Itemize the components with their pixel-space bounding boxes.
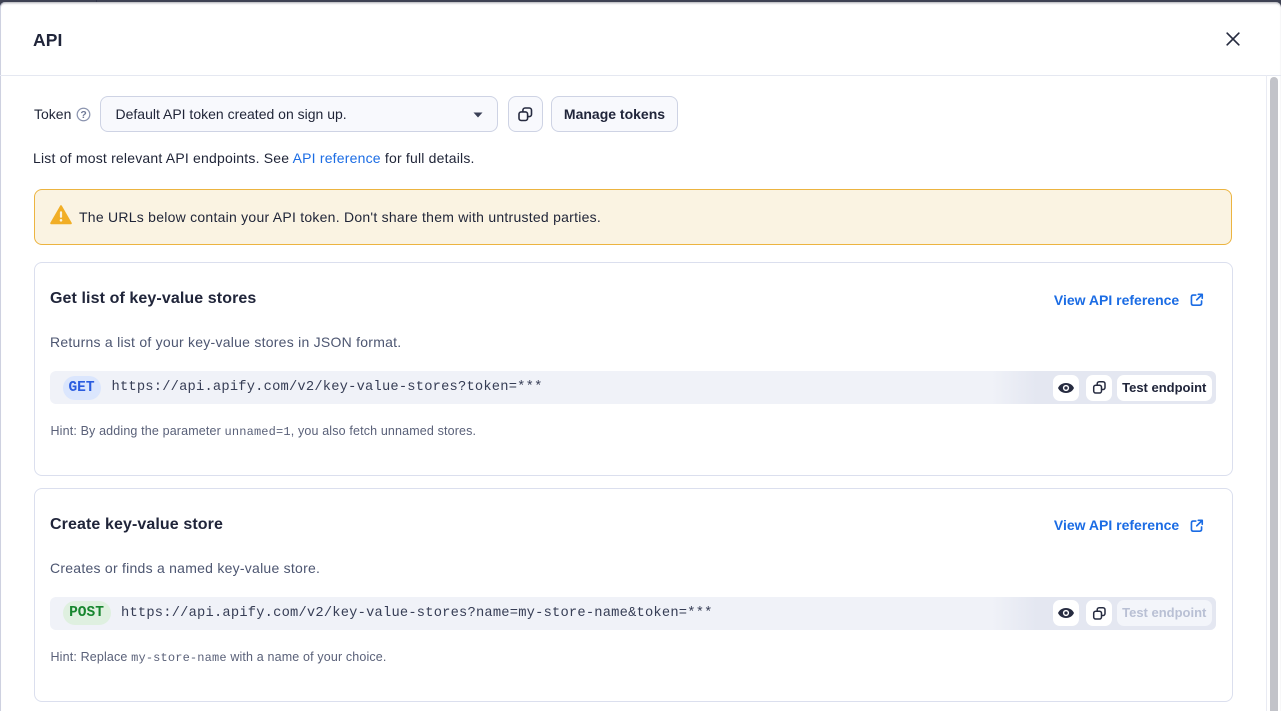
svg-text:?: ? — [80, 109, 86, 121]
